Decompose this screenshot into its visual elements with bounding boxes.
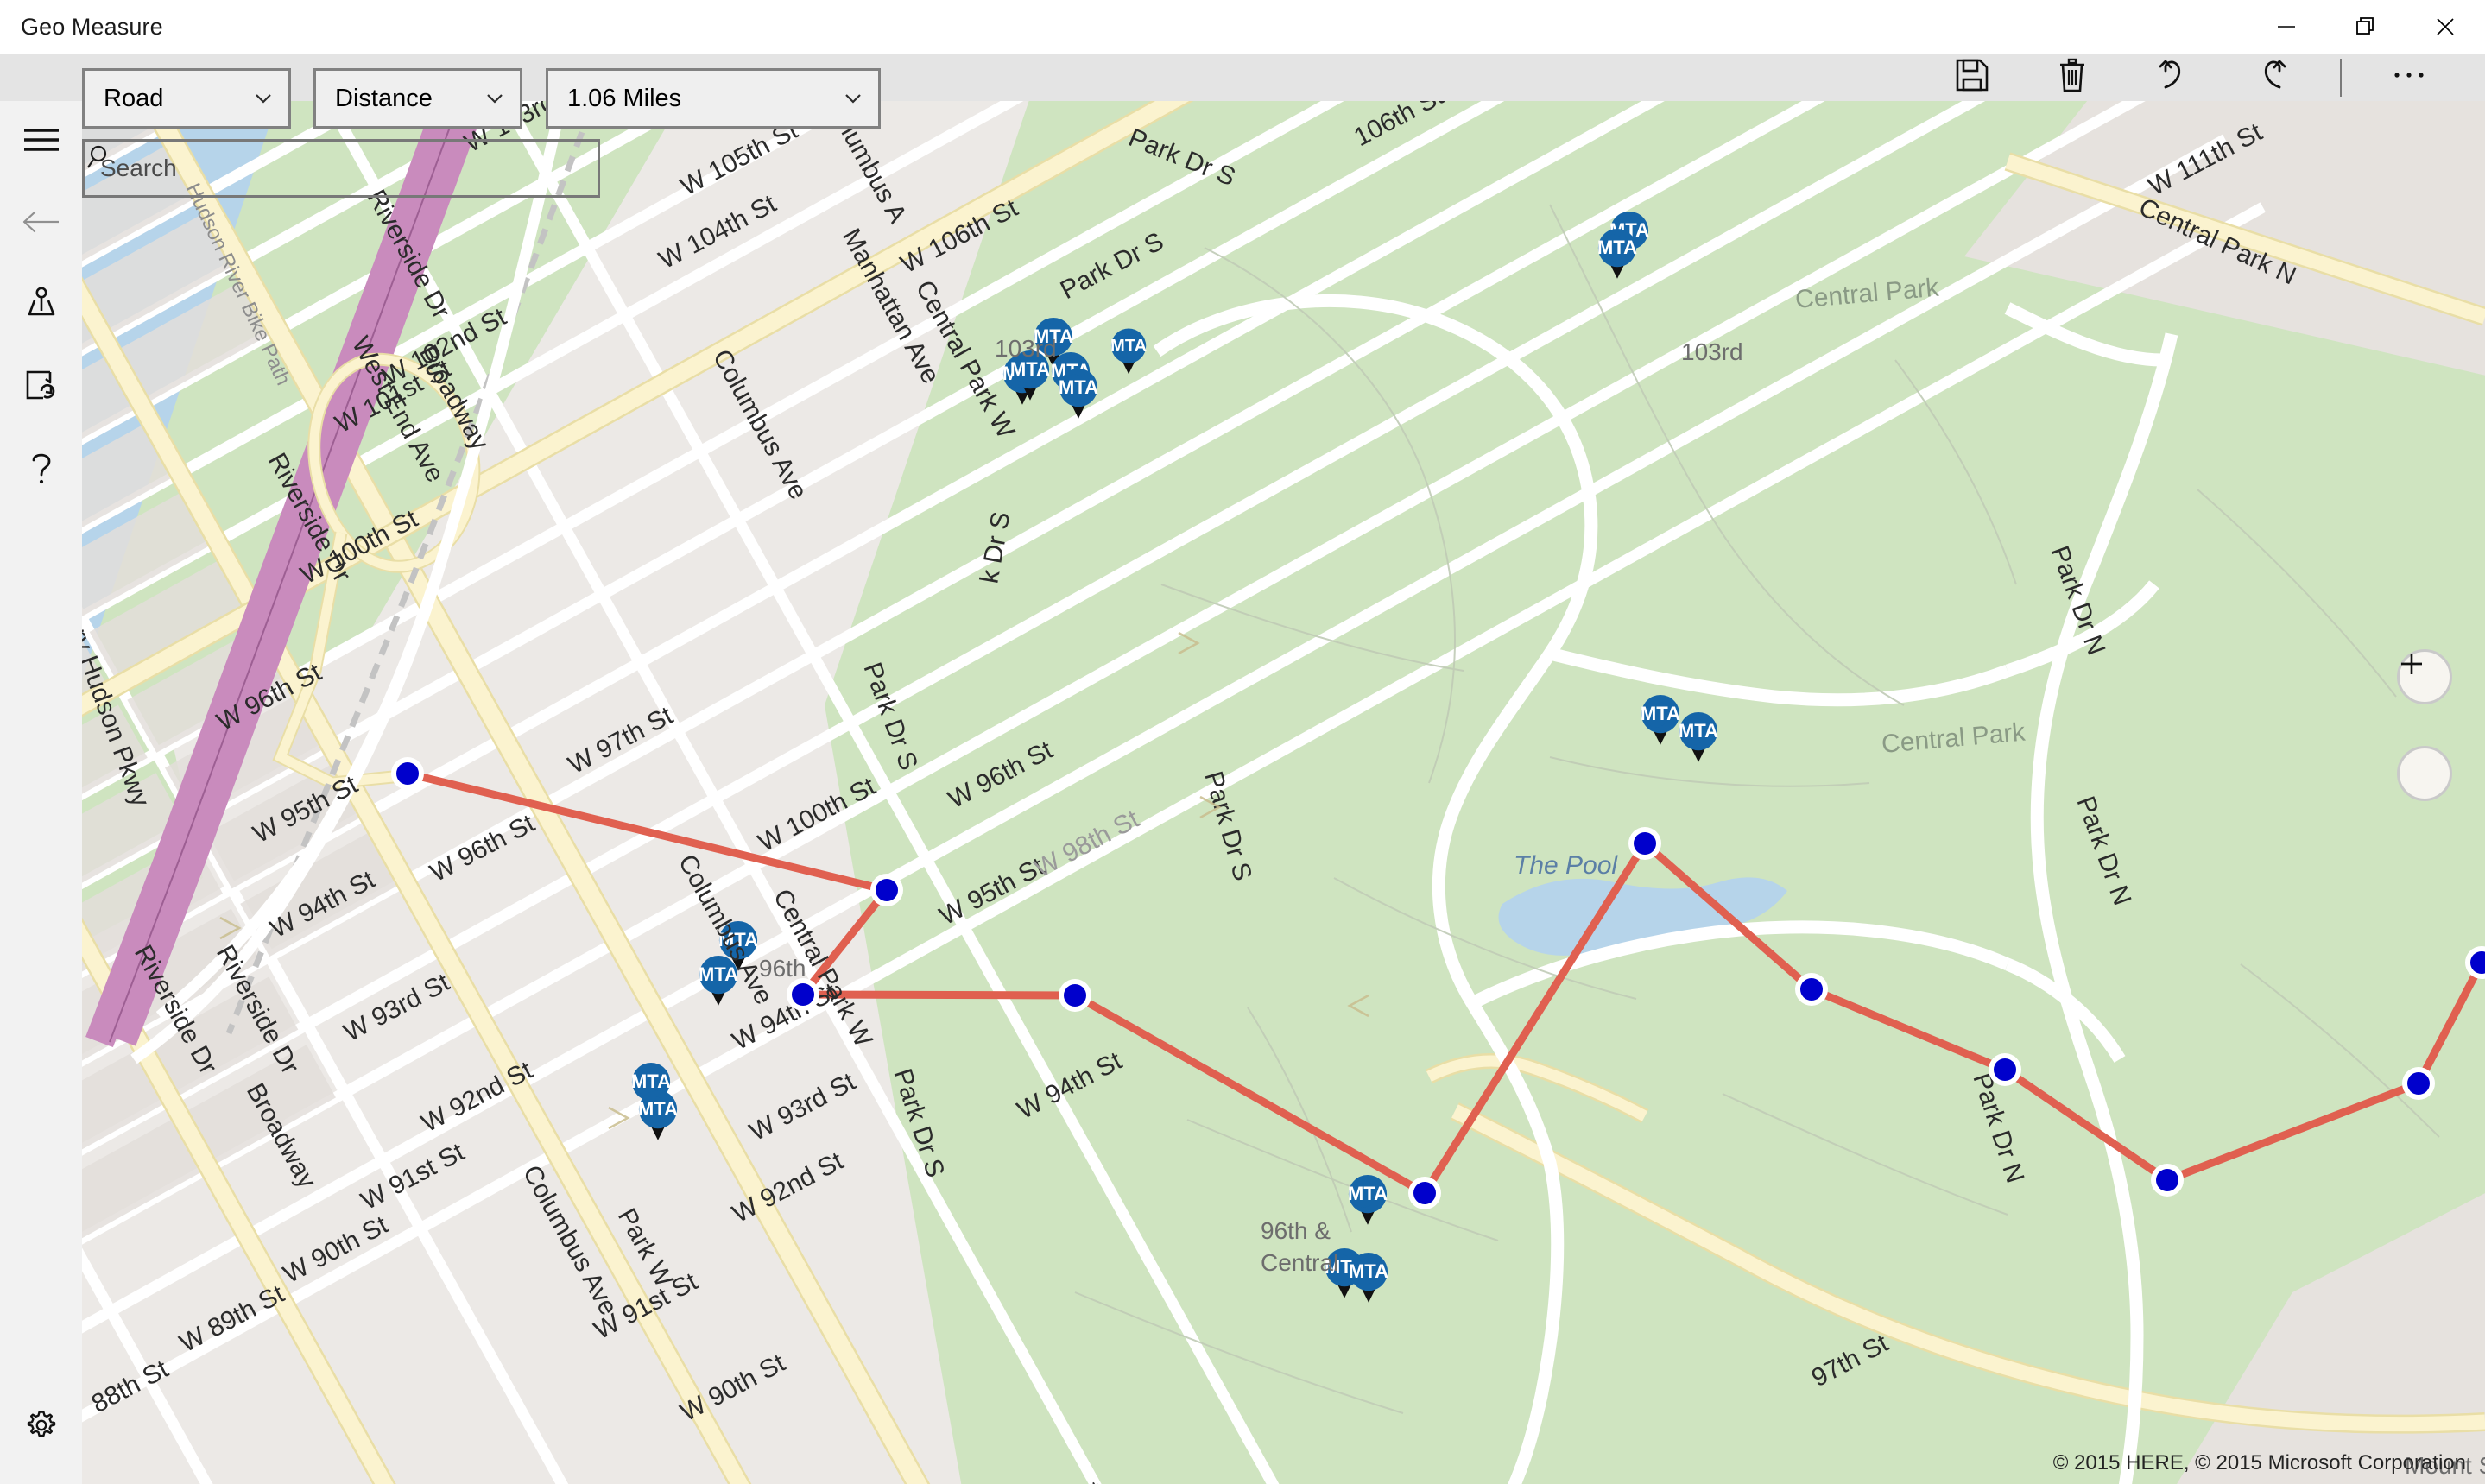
map-type-value: Road <box>104 84 164 112</box>
title-bar: Geo Measure <box>0 0 2485 54</box>
more-options-button[interactable] <box>2359 54 2459 101</box>
map-type-dropdown[interactable]: Road <box>82 68 291 129</box>
measure-mode-value: Distance <box>335 84 433 112</box>
streetside-button[interactable] <box>0 265 82 347</box>
question-mark-icon <box>24 449 59 491</box>
route-vertex[interactable] <box>870 874 903 906</box>
restore-icon <box>2354 15 2378 39</box>
settings-button[interactable] <box>0 1386 82 1468</box>
route-vertex[interactable] <box>2151 1164 2184 1197</box>
search-box[interactable] <box>82 139 600 198</box>
map-attribution: © 2015 HERE, © 2015 Microsoft Corporatio… <box>2052 1451 2466 1475</box>
measurement-value: 1.06 Miles <box>567 84 682 112</box>
route-vertex[interactable] <box>1989 1053 2021 1086</box>
route-vertex[interactable] <box>787 978 819 1011</box>
menu-button[interactable] <box>0 101 82 183</box>
redo-icon <box>2254 56 2292 98</box>
restore-button[interactable] <box>2326 0 2406 54</box>
help-button[interactable] <box>0 429 82 511</box>
refresh-map-button[interactable] <box>0 347 82 429</box>
svg-text:The Pool: The Pool <box>1514 851 1618 880</box>
trash-icon <box>2054 57 2090 98</box>
save-icon <box>1954 57 1990 98</box>
chevron-down-icon <box>828 85 878 111</box>
svg-text:103rd: 103rd <box>1681 338 1743 365</box>
chevron-down-icon <box>470 85 520 111</box>
toolbar-separator <box>2340 58 2342 97</box>
zoom-out-button[interactable] <box>2397 662 2452 801</box>
save-button[interactable] <box>1922 54 2022 101</box>
svg-text:Central: Central <box>1261 1249 1338 1276</box>
redo-button[interactable] <box>2223 54 2323 101</box>
map-render: MTA <box>82 101 2485 1484</box>
route-vertex[interactable] <box>1795 973 1828 1006</box>
minimize-button[interactable] <box>2247 0 2326 54</box>
back-button[interactable] <box>0 183 82 265</box>
hamburger-icon <box>22 124 61 160</box>
close-icon <box>2433 15 2457 39</box>
close-button[interactable] <box>2406 0 2485 54</box>
map-canvas[interactable]: MTA <box>82 101 2485 1484</box>
chevron-down-icon <box>238 85 288 111</box>
route-vertex[interactable] <box>2402 1067 2435 1100</box>
search-input[interactable] <box>85 155 549 182</box>
route-vertex[interactable] <box>1059 979 1091 1012</box>
ellipsis-icon <box>2390 68 2428 86</box>
pegman-icon <box>22 285 60 327</box>
toolbar-actions <box>1922 54 2459 101</box>
minimize-icon <box>2274 15 2298 39</box>
undo-button[interactable] <box>2122 54 2223 101</box>
svg-text:103rd: 103rd <box>995 335 1057 362</box>
measurement-units-dropdown[interactable]: 1.06 Miles <box>546 68 881 129</box>
route-vertex[interactable] <box>391 757 424 790</box>
window-controls <box>2247 0 2485 54</box>
left-rail <box>0 101 82 1484</box>
svg-text:96th &: 96th & <box>1261 1217 1331 1244</box>
app-title: Geo Measure <box>21 13 163 40</box>
undo-icon <box>2153 56 2191 98</box>
measure-mode-dropdown[interactable]: Distance <box>313 68 522 129</box>
zoom-controls <box>2397 649 2452 843</box>
svg-text:96th: 96th <box>759 955 806 982</box>
toolbar: Road Distance 1.06 Miles <box>0 54 2485 129</box>
route-vertex[interactable] <box>1628 827 1661 860</box>
page-refresh-icon <box>22 367 60 409</box>
back-arrow-icon <box>21 206 62 242</box>
route-vertex[interactable] <box>1408 1177 1441 1209</box>
gear-icon <box>23 1407 60 1448</box>
delete-button[interactable] <box>2022 54 2122 101</box>
